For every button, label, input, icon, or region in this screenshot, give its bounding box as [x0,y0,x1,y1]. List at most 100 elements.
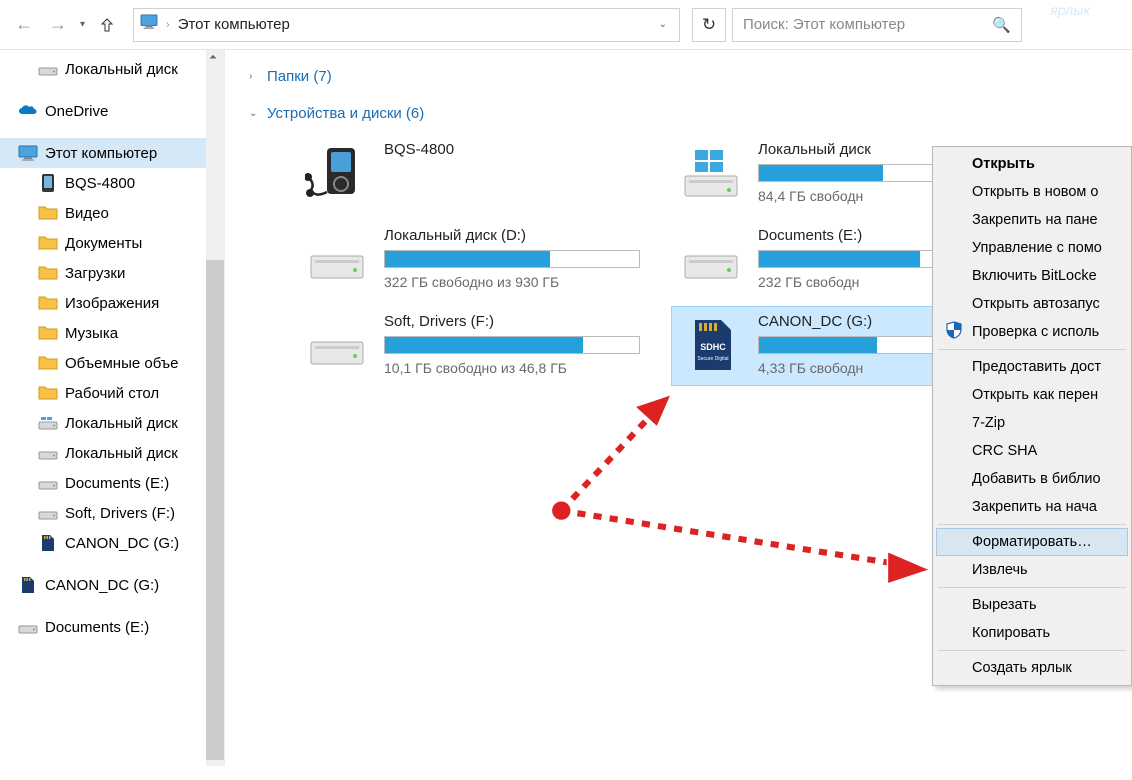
menu-separator [938,587,1126,588]
tree-item-0[interactable]: Локальный диск [0,54,224,84]
tree-item-14[interactable]: Локальный диск [0,438,224,468]
folder-dl-icon [38,263,58,283]
svg-text:Secure Digital: Secure Digital [697,356,728,362]
menu-item-0[interactable]: Открыть [936,150,1128,178]
search-icon[interactable]: 🔍 [992,16,1011,34]
tree-item-5[interactable]: BQS-4800 [0,168,224,198]
menu-item-4[interactable]: Включить BitLocke [936,262,1128,290]
menu-item-6[interactable]: Проверка с исполь [936,318,1128,346]
menu-separator [938,650,1126,651]
tree-item-label: Рабочий стол [65,385,159,402]
menu-item-2[interactable]: Закрепить на пане [936,206,1128,234]
tree-item-label: Этот компьютер [45,145,157,162]
tree-item-label: Объемные объе [65,355,179,372]
nav-forward-button: → [44,11,72,39]
hdd-icon [304,313,370,379]
group-label: Папки (7) [267,68,332,85]
menu-item-label: 7-Zip [972,415,1005,431]
menu-item-label: Открыть в новом о [972,184,1098,200]
drive-item-4[interactable]: Soft, Drivers (F:) 10,1 ГБ свободно из 4… [297,306,647,386]
menu-item-label: Закрепить на нача [972,499,1097,515]
menu-item-label: Включить BitLocke [972,268,1097,284]
tree-item-6[interactable]: Видео [0,198,224,228]
folder-video-icon [38,203,58,223]
tree-item-label: CANON_DC (G:) [45,577,159,594]
folder-img-icon [38,293,58,313]
tree-item-17[interactable]: CANON_DC (G:) [0,528,224,558]
drive-name: Локальный диск (D:) [384,227,640,244]
pc-icon [18,143,38,163]
menu-item-9[interactable]: Открыть как перен [936,381,1128,409]
chevron-down-icon: ⌄ [249,108,261,119]
menu-item-16[interactable]: Извлечь [936,556,1128,584]
search-input[interactable] [743,16,992,33]
nav-back-button[interactable]: ← [10,11,38,39]
menu-item-1[interactable]: Открыть в новом о [936,178,1128,206]
sd-icon [38,533,58,553]
tree-item-10[interactable]: Музыка [0,318,224,348]
drive-name: BQS-4800 [384,141,640,158]
context-menu: Открыть Открыть в новом о Закрепить на пан… [932,146,1132,686]
folder-music-icon [38,323,58,343]
tree-item-label: Локальный диск [65,61,178,78]
address-dropdown-icon[interactable]: ⌄ [653,19,673,30]
sd-icon: SDHC Secure Digital [678,313,744,379]
nav-up-button[interactable] [93,11,121,39]
tree-item-label: OneDrive [45,103,108,120]
address-bar[interactable]: › Этот компьютер ⌄ [133,8,680,42]
menu-item-5[interactable]: Открыть автозапус [936,290,1128,318]
tree-item-label: Documents (E:) [45,619,149,636]
hdd-icon [304,227,370,293]
tree-item-11[interactable]: Объемные объе [0,348,224,378]
drive-icon [38,473,58,493]
menu-item-19[interactable]: Копировать [936,619,1128,647]
drive-icon [18,617,38,637]
shortcut-label: ярлык [1050,2,1090,18]
menu-item-11[interactable]: CRC SHA [936,437,1128,465]
breadcrumb-location[interactable]: Этот компьютер [178,16,290,33]
refresh-button[interactable]: ↻ [692,8,726,42]
menu-item-21[interactable]: Создать ярлык [936,654,1128,682]
capacity-bar [384,250,640,268]
toolbar: ← → ▾ › Этот компьютер ⌄ ↻ 🔍 [0,0,1132,50]
tree-item-21[interactable]: Documents (E:) [0,612,224,642]
tree-item-label: Documents (E:) [65,475,169,492]
drive-icon [38,59,58,79]
sidebar-scrollbar[interactable] [206,50,224,766]
tree-item-7[interactable]: Документы [0,228,224,258]
tree-item-13[interactable]: Локальный диск [0,408,224,438]
nav-history-dropdown[interactable]: ▾ [78,19,87,30]
tree-item-9[interactable]: Изображения [0,288,224,318]
drive-name: Soft, Drivers (F:) [384,313,640,330]
menu-item-10[interactable]: 7-Zip [936,409,1128,437]
menu-item-3[interactable]: Управление с помо [936,234,1128,262]
menu-item-12[interactable]: Добавить в библио [936,465,1128,493]
drive-item-0[interactable]: BQS-4800 [297,134,647,214]
menu-item-15[interactable]: Форматировать… [936,528,1128,556]
group-header-folders[interactable]: › Папки (7) [241,60,1116,97]
tree-item-12[interactable]: Рабочий стол [0,378,224,408]
group-header-devices[interactable]: ⌄ Устройства и диски (6) [241,97,1116,134]
svg-text:SDHC: SDHC [700,342,726,352]
tree-item-label: Видео [65,205,109,222]
tree-item-label: Локальный диск [65,445,178,462]
menu-item-label: Управление с помо [972,240,1102,256]
tree-item-15[interactable]: Documents (E:) [0,468,224,498]
menu-item-label: Открыть автозапус [972,296,1100,312]
search-box[interactable]: 🔍 [732,8,1022,42]
tree-item-4[interactable]: Этот компьютер [0,138,224,168]
menu-item-18[interactable]: Вырезать [936,591,1128,619]
tree-item-19[interactable]: CANON_DC (G:) [0,570,224,600]
drive-item-2[interactable]: Локальный диск (D:) 322 ГБ свободно из 9… [297,220,647,300]
win-icon [678,141,744,207]
menu-separator [938,524,1126,525]
menu-separator [938,349,1126,350]
tree-item-2[interactable]: OneDrive [0,96,224,126]
tree-item-label: Изображения [65,295,159,312]
tree-item-8[interactable]: Загрузки [0,258,224,288]
menu-item-label: Извлечь [972,562,1028,578]
menu-item-13[interactable]: Закрепить на нача [936,493,1128,521]
tree-item-16[interactable]: Soft, Drivers (F:) [0,498,224,528]
nav-tree: Локальный диск OneDrive Этот компьютер B… [0,50,225,766]
menu-item-8[interactable]: Предоставить дост [936,353,1128,381]
